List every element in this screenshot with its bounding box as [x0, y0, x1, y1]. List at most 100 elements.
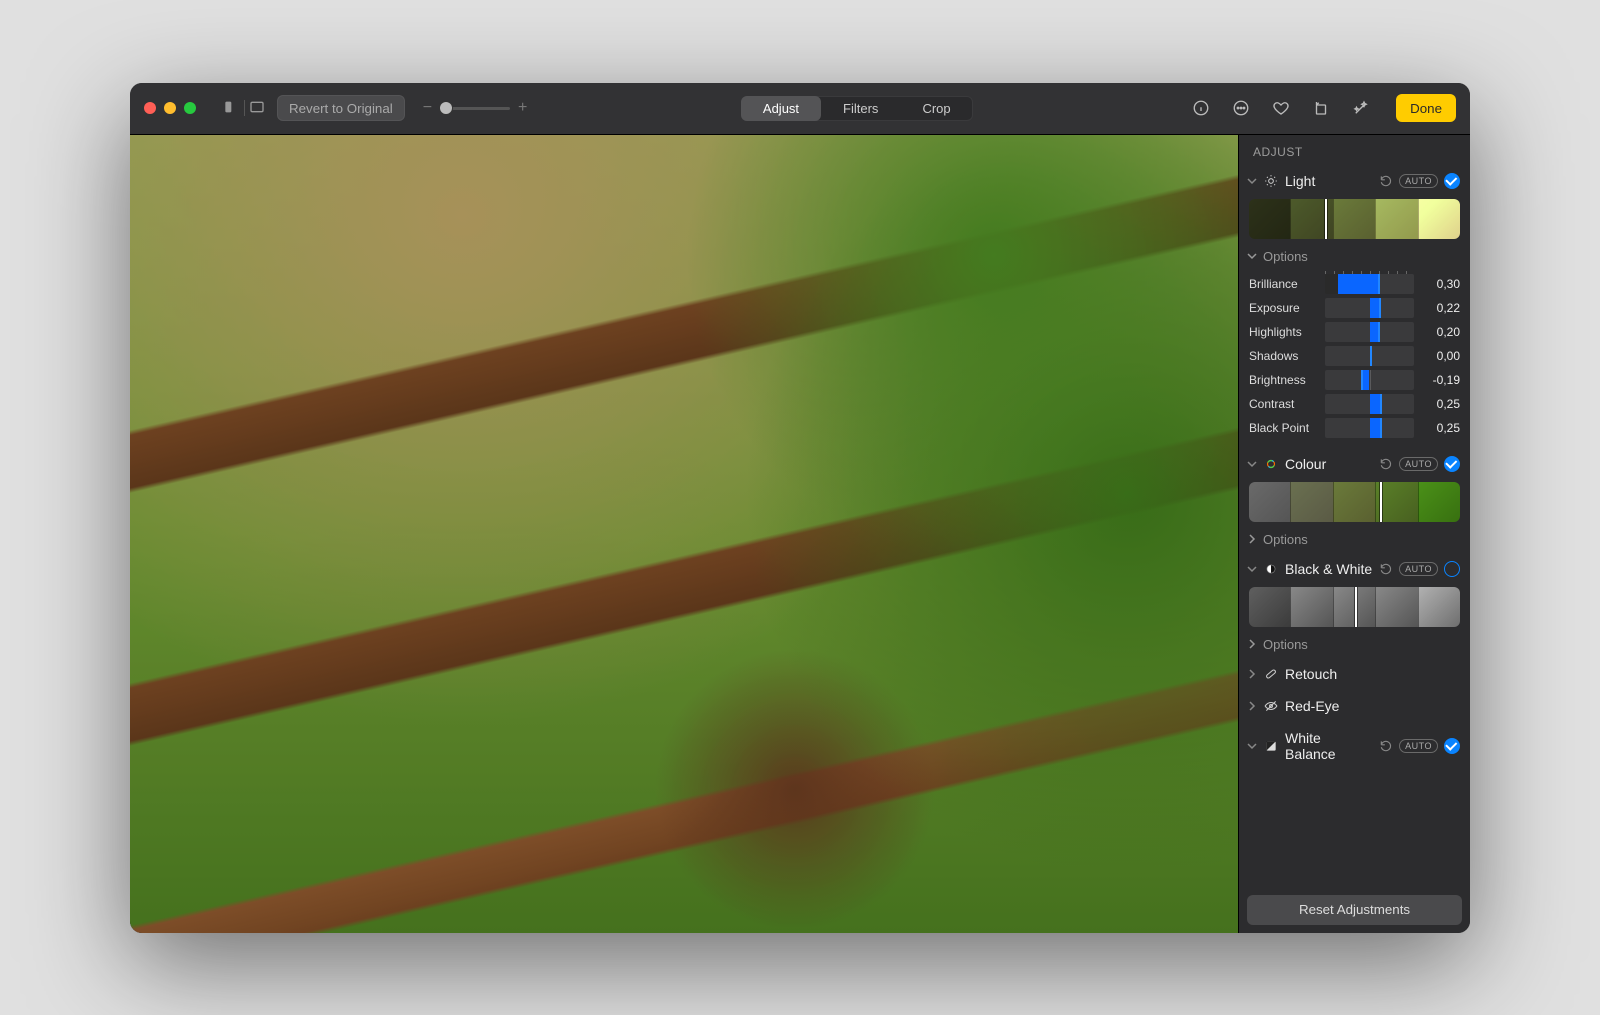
- slider-value: 0,25: [1422, 421, 1460, 435]
- section-white-balance: White Balance AUTO: [1239, 722, 1470, 772]
- toolbar: Revert to Original − + Adjust Filters Cr…: [130, 83, 1470, 135]
- slider-value: -0,19: [1422, 373, 1460, 387]
- sun-icon: [1263, 174, 1279, 188]
- slider-exposure: Exposure 0,22: [1249, 298, 1460, 318]
- colour-ring-icon: [1263, 457, 1279, 471]
- colour-intensity-strip[interactable]: [1249, 482, 1460, 522]
- reset-bar: Reset Adjustments: [1239, 887, 1470, 933]
- section-redeye[interactable]: Red-Eye: [1239, 690, 1470, 722]
- chevron-right-icon: [1247, 534, 1257, 544]
- section-light-title: Light: [1285, 173, 1373, 189]
- slider-contrast: Contrast 0,25: [1249, 394, 1460, 414]
- slider-value: 0,22: [1422, 301, 1460, 315]
- window-fullscreen-button[interactable]: [184, 102, 196, 114]
- zoom-control[interactable]: − +: [421, 99, 530, 117]
- zoom-out-icon[interactable]: −: [421, 99, 434, 117]
- section-retouch-title: Retouch: [1285, 666, 1460, 682]
- auto-button[interactable]: AUTO: [1399, 174, 1438, 188]
- slider-track[interactable]: [1325, 418, 1414, 438]
- section-colour: Colour AUTO: [1239, 448, 1470, 553]
- strip-marker: [1380, 482, 1382, 522]
- auto-button[interactable]: AUTO: [1399, 562, 1438, 576]
- section-enable-toggle[interactable]: [1444, 173, 1460, 189]
- section-redeye-title: Red-Eye: [1285, 698, 1460, 714]
- slider-label: Black Point: [1249, 421, 1317, 435]
- slider-value: 0,00: [1422, 349, 1460, 363]
- photo-canvas[interactable]: [130, 135, 1238, 933]
- wb-swatch-icon: [1263, 739, 1279, 753]
- rotate-icon[interactable]: [1304, 95, 1338, 121]
- light-intensity-strip[interactable]: [1249, 199, 1460, 239]
- section-enable-toggle[interactable]: [1444, 456, 1460, 472]
- bandage-icon: [1263, 667, 1279, 681]
- section-enable-toggle[interactable]: [1444, 561, 1460, 577]
- chevron-down-icon: [1247, 251, 1257, 261]
- bw-options-toggle[interactable]: Options: [1239, 635, 1470, 658]
- slider-label: Highlights: [1249, 325, 1317, 339]
- edited-photo: [130, 135, 1238, 933]
- options-label: Options: [1263, 532, 1308, 547]
- adjust-sidebar: ADJUST Light AUTO: [1238, 135, 1470, 933]
- section-wb-title: White Balance: [1285, 730, 1373, 762]
- chevron-down-icon[interactable]: [1247, 459, 1257, 469]
- slider-label: Contrast: [1249, 397, 1317, 411]
- section-bw-title: Black & White: [1285, 561, 1373, 577]
- revert-button[interactable]: Revert to Original: [277, 95, 405, 121]
- slider-label: Exposure: [1249, 301, 1317, 315]
- section-colour-title: Colour: [1285, 456, 1373, 472]
- content-area: ADJUST Light AUTO: [130, 135, 1470, 933]
- slider-label: Brilliance: [1249, 277, 1317, 291]
- slider-track[interactable]: [1325, 298, 1414, 318]
- eye-slash-icon: [1263, 699, 1279, 713]
- chevron-down-icon[interactable]: [1247, 176, 1257, 186]
- chevron-down-icon[interactable]: [1247, 741, 1257, 751]
- section-light: Light AUTO: [1239, 165, 1470, 448]
- auto-enhance-icon[interactable]: [1344, 95, 1378, 121]
- strip-marker: [1325, 199, 1327, 239]
- chevron-right-icon: [1247, 701, 1257, 711]
- zoom-slider[interactable]: [440, 107, 510, 110]
- reset-adjustments-button[interactable]: Reset Adjustments: [1247, 895, 1462, 925]
- slider-shadows: Shadows 0,00: [1249, 346, 1460, 366]
- window-controls: [144, 102, 196, 114]
- zoom-in-icon[interactable]: +: [516, 99, 529, 117]
- sidebar-right-icon: [245, 99, 269, 118]
- slider-brightness: Brightness -0,19: [1249, 370, 1460, 390]
- info-icon[interactable]: [1184, 95, 1218, 121]
- auto-button[interactable]: AUTO: [1399, 739, 1438, 753]
- section-retouch[interactable]: Retouch: [1239, 658, 1470, 690]
- auto-button[interactable]: AUTO: [1399, 457, 1438, 471]
- bw-intensity-strip[interactable]: [1249, 587, 1460, 627]
- reset-icon[interactable]: [1379, 562, 1393, 576]
- chevron-down-icon[interactable]: [1247, 564, 1257, 574]
- reset-icon[interactable]: [1379, 739, 1393, 753]
- colour-options-toggle[interactable]: Options: [1239, 530, 1470, 553]
- edit-mode-segmented: Adjust Filters Crop: [741, 96, 973, 121]
- slider-brilliance: Brilliance 0,30: [1249, 274, 1460, 294]
- slider-label: Brightness: [1249, 373, 1317, 387]
- window-close-button[interactable]: [144, 102, 156, 114]
- reset-icon[interactable]: [1379, 457, 1393, 471]
- window-minimize-button[interactable]: [164, 102, 176, 114]
- sidebar-toggle-segment[interactable]: [220, 99, 269, 118]
- slider-track[interactable]: [1325, 370, 1414, 390]
- tab-crop[interactable]: Crop: [900, 96, 972, 121]
- strip-marker: [1355, 587, 1357, 627]
- bw-circle-icon: [1263, 562, 1279, 576]
- reset-icon[interactable]: [1379, 174, 1393, 188]
- slider-label: Shadows: [1249, 349, 1317, 363]
- options-label: Options: [1263, 249, 1308, 264]
- slider-track[interactable]: [1325, 394, 1414, 414]
- more-icon[interactable]: [1224, 95, 1258, 121]
- slider-track[interactable]: [1325, 274, 1414, 294]
- slider-value: 0,30: [1422, 277, 1460, 291]
- tab-adjust[interactable]: Adjust: [741, 96, 821, 121]
- favorite-icon[interactable]: [1264, 95, 1298, 121]
- light-options-toggle[interactable]: Options: [1239, 247, 1470, 270]
- tab-filters[interactable]: Filters: [821, 96, 900, 121]
- slider-track[interactable]: [1325, 346, 1414, 366]
- section-enable-toggle[interactable]: [1444, 738, 1460, 754]
- done-button[interactable]: Done: [1396, 94, 1456, 122]
- slider-track[interactable]: [1325, 322, 1414, 342]
- slider-value: 0,25: [1422, 397, 1460, 411]
